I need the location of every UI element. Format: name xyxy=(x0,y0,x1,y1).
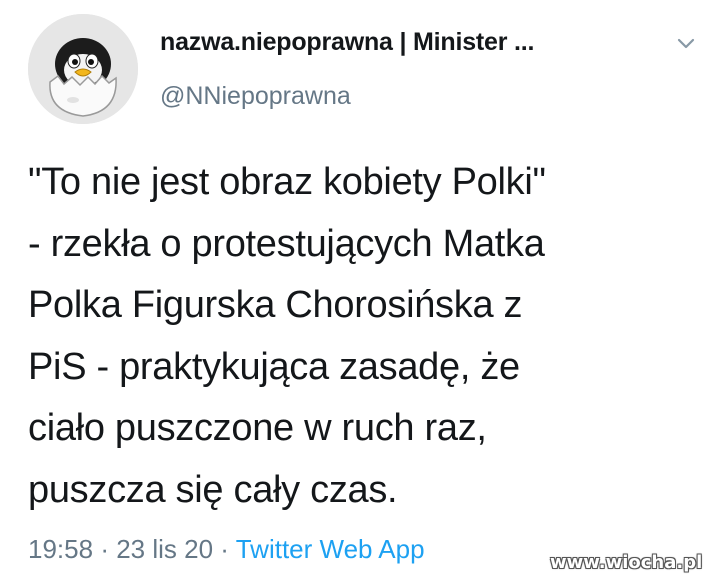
tweet-source-link[interactable]: Twitter Web App xyxy=(236,534,425,564)
meta-separator: · xyxy=(220,534,229,564)
author-display-name[interactable]: nazwa.niepoprawna | Minister ... xyxy=(160,28,534,57)
author-handle[interactable]: @NNiepoprawna xyxy=(160,82,351,111)
tweet-text: "To nie jest obraz kobiety Polki" - rzek… xyxy=(28,161,546,511)
watermark: www.wiocha.pl xyxy=(550,552,703,573)
chevron-down-icon[interactable] xyxy=(672,30,700,58)
avatar[interactable] xyxy=(28,14,138,124)
tweet-time[interactable]: 19:58 xyxy=(28,534,93,564)
meta-separator: · xyxy=(100,534,109,564)
tweet-card: nazwa.niepoprawna | Minister ... @NNiepo… xyxy=(0,0,720,585)
penguin-in-eggshell-icon xyxy=(28,14,138,124)
tweet-date[interactable]: 23 lis 20 xyxy=(116,534,213,564)
tweet-meta: 19:58 · 23 lis 20 · Twitter Web App xyxy=(28,534,425,565)
